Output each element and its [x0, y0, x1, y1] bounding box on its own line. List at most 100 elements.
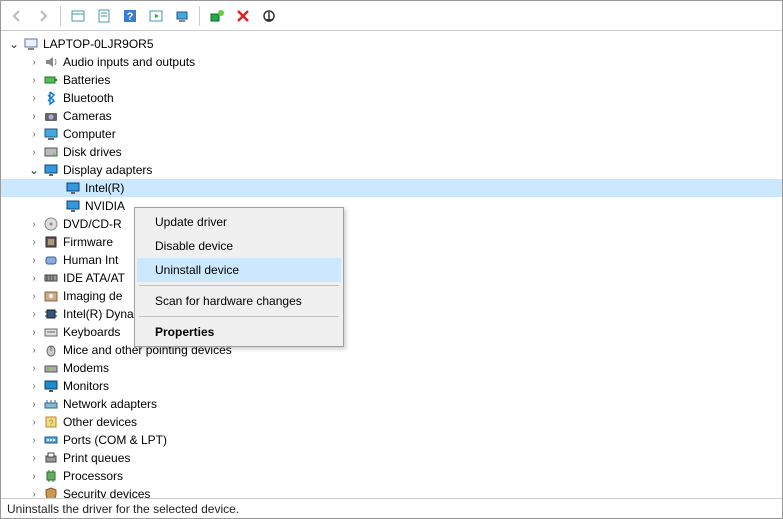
context-menu-item[interactable]: Scan for hardware changes [137, 289, 341, 313]
chevron-right-icon[interactable]: › [27, 127, 41, 141]
add-legacy-button[interactable] [205, 4, 229, 28]
chevron-right-icon[interactable]: › [27, 145, 41, 159]
chevron-right-icon[interactable]: › [27, 109, 41, 123]
chevron-right-icon[interactable]: › [27, 235, 41, 249]
device-tree[interactable]: ⌄LAPTOP-0LJR9OR5›Audio inputs and output… [1, 31, 782, 498]
tree-category[interactable]: › Firmware [1, 233, 782, 251]
display-icon [65, 198, 81, 214]
chevron-right-icon[interactable]: › [27, 271, 41, 285]
tree-category[interactable]: › Cameras [1, 107, 782, 125]
tree-item-label: NVIDIA [85, 199, 125, 213]
tree-category[interactable]: ›IDE ATA/AT [1, 269, 782, 287]
chevron-right-icon[interactable]: › [27, 91, 41, 105]
firmware-icon [43, 234, 59, 250]
tree-category[interactable]: › Disk drives [1, 143, 782, 161]
tree-device[interactable]: NVIDIA [1, 197, 782, 215]
tree-item-label: Monitors [63, 379, 109, 393]
chevron-right-icon[interactable]: › [27, 469, 41, 483]
printer-icon [43, 450, 59, 466]
other-icon: ? [43, 414, 59, 430]
context-menu-item[interactable]: Uninstall device [137, 258, 341, 282]
status-bar: Uninstalls the driver for the selected d… [1, 498, 782, 518]
context-menu-item[interactable]: Disable device [137, 234, 341, 258]
chevron-right-icon[interactable]: › [27, 397, 41, 411]
chevron-right-icon[interactable]: › [27, 379, 41, 393]
tree-category[interactable]: ›Audio inputs and outputs [1, 53, 782, 71]
tree-item-label: Security devices [63, 487, 150, 498]
monitor-icon [43, 378, 59, 394]
toolbar-separator [60, 6, 61, 26]
show-hidden-button[interactable] [66, 4, 90, 28]
action-button[interactable] [144, 4, 168, 28]
tree-category[interactable]: › Monitors [1, 377, 782, 395]
tree-item-label: Processors [63, 469, 123, 483]
forward-button[interactable] [31, 4, 55, 28]
tree-category[interactable]: ›Network adapters [1, 395, 782, 413]
back-button[interactable] [5, 4, 29, 28]
tree-item-label: Other devices [63, 415, 137, 429]
tree-category[interactable]: › Modems [1, 359, 782, 377]
context-menu-item[interactable]: Update driver [137, 210, 341, 234]
cpu-icon [43, 468, 59, 484]
chevron-right-icon[interactable]: › [27, 487, 41, 498]
properties-button[interactable] [92, 4, 116, 28]
chevron-right-icon[interactable]: › [27, 325, 41, 339]
tree-item-label: Firmware [63, 235, 113, 249]
update-button[interactable] [257, 4, 281, 28]
tree-item-label: Bluetooth [63, 91, 114, 105]
chevron-right-icon[interactable]: › [27, 217, 41, 231]
dvd-icon [43, 216, 59, 232]
tree-category[interactable]: ›Batteries [1, 71, 782, 89]
tree-category[interactable]: ›Intel(R) Dynamic Platform and Thermal F… [1, 305, 782, 323]
remove-button[interactable] [231, 4, 255, 28]
tree-item-label: Disk drives [63, 145, 122, 159]
imaging-icon [43, 288, 59, 304]
network-icon [43, 396, 59, 412]
chevron-down-icon[interactable]: ⌄ [27, 163, 41, 177]
chevron-right-icon[interactable]: › [27, 361, 41, 375]
modem-icon [43, 360, 59, 376]
keyboard-icon [43, 324, 59, 340]
chevron-right-icon[interactable]: › [27, 415, 41, 429]
chevron-down-icon[interactable]: ⌄ [7, 37, 21, 51]
camera-icon [43, 108, 59, 124]
tree-device[interactable]: Intel(R) [1, 179, 782, 197]
chevron-right-icon[interactable]: › [27, 343, 41, 357]
tree-item-label: Cameras [63, 109, 112, 123]
tree-category[interactable]: ›? Other devices [1, 413, 782, 431]
context-menu: Update driverDisable deviceUninstall dev… [134, 207, 344, 347]
help-button[interactable]: ? [118, 4, 142, 28]
toolbar-separator [199, 6, 200, 26]
scan-button[interactable] [170, 4, 194, 28]
tree-category[interactable]: › Bluetooth [1, 89, 782, 107]
ide-icon [43, 270, 59, 286]
tree-category[interactable]: › Keyboards [1, 323, 782, 341]
chevron-right-icon[interactable]: › [27, 253, 41, 267]
tree-category[interactable]: ›Print queues [1, 449, 782, 467]
tree-category[interactable]: ›Ports (COM & LPT) [1, 431, 782, 449]
tree-category[interactable]: ›Computer [1, 125, 782, 143]
tree-category[interactable]: ›Imaging de [1, 287, 782, 305]
tree-item-label: DVD/CD-R [63, 217, 122, 231]
context-menu-item[interactable]: Properties [137, 320, 341, 344]
chevron-right-icon[interactable]: › [27, 73, 41, 87]
chevron-right-icon[interactable]: › [27, 433, 41, 447]
tree-category[interactable]: › DVD/CD-R [1, 215, 782, 233]
svg-text:?: ? [48, 418, 53, 428]
tree-category[interactable]: › Human Int [1, 251, 782, 269]
tree-category[interactable]: ⌄Display adapters [1, 161, 782, 179]
chevron-right-icon[interactable]: › [27, 55, 41, 69]
tree-item-label: Modems [63, 361, 109, 375]
chevron-right-icon[interactable]: › [27, 289, 41, 303]
tree-item-label: Human Int [63, 253, 118, 267]
context-menu-separator [139, 316, 339, 317]
tree-category[interactable]: ›Mice and other pointing devices [1, 341, 782, 359]
tree-category[interactable]: › Processors [1, 467, 782, 485]
tree-item-label: Keyboards [63, 325, 120, 339]
tree-root[interactable]: ⌄LAPTOP-0LJR9OR5 [1, 35, 782, 53]
chevron-right-icon[interactable]: › [27, 451, 41, 465]
status-text: Uninstalls the driver for the selected d… [7, 502, 239, 516]
svg-text:?: ? [127, 11, 134, 23]
tree-category[interactable]: › Security devices [1, 485, 782, 498]
chevron-right-icon[interactable]: › [27, 307, 41, 321]
